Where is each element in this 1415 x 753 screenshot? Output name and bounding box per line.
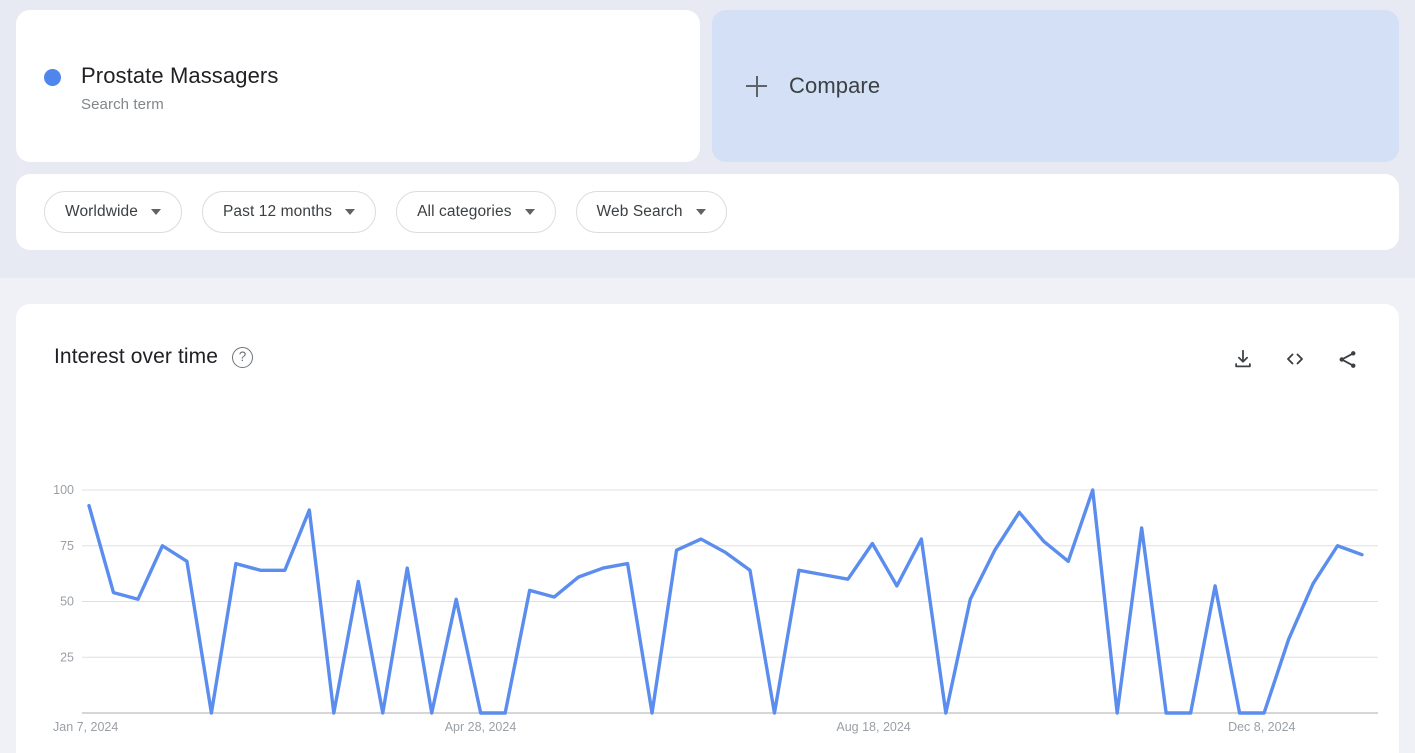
search-term-subtitle: Search term xyxy=(81,96,164,113)
interest-over-time-card: Interest over time ? 25 50 75 100 Jan 7,… xyxy=(16,304,1399,753)
search-term-text: Prostate Massagers Search term xyxy=(81,63,278,115)
chart-gridlines xyxy=(82,489,1378,714)
x-axis-tick-label: Jan 7, 2024 xyxy=(53,720,118,734)
filter-location[interactable]: Worldwide xyxy=(44,191,182,233)
chevron-down-icon xyxy=(150,209,161,215)
filter-category-label: All categories xyxy=(417,203,512,220)
chart-y-axis-labels: 25 50 75 100 xyxy=(53,483,74,664)
interest-over-time-chart[interactable]: 25 50 75 100 Jan 7, 2024 Apr 28, 2024 Aug 18,… xyxy=(16,304,1399,753)
compare-card[interactable]: Compare xyxy=(712,10,1399,162)
filter-bar: Worldwide Past 12 months All categories … xyxy=(16,174,1399,250)
x-axis-tick-label: Dec 8, 2024 xyxy=(1228,720,1295,734)
y-axis-tick-label: 75 xyxy=(60,539,74,553)
plus-icon xyxy=(746,75,767,97)
compare-content: Compare xyxy=(746,10,880,162)
filter-search-type-label: Web Search xyxy=(596,203,683,220)
google-trends-page: Prostate Massagers Search term Compare W… xyxy=(0,0,1415,753)
y-axis-tick-label: 25 xyxy=(60,650,74,664)
x-axis-tick-label: Apr 28, 2024 xyxy=(445,720,517,734)
filter-time-range-label: Past 12 months xyxy=(222,203,333,220)
filter-category[interactable]: All categories xyxy=(396,191,556,233)
search-term-content: Prostate Massagers Search term xyxy=(44,63,278,115)
chart-svg: 25 50 75 100 Jan 7, 2024 Apr 28, 2024 Aug 18,… xyxy=(53,483,1378,734)
terms-row: Prostate Massagers Search term Compare xyxy=(0,0,1415,162)
filter-search-type[interactable]: Web Search xyxy=(575,191,727,233)
chart-x-axis-labels: Jan 7, 2024 Apr 28, 2024 Aug 18, 2024 Dec 8… xyxy=(53,720,1296,734)
chevron-down-icon xyxy=(345,209,356,215)
chevron-down-icon xyxy=(695,209,706,215)
filter-time-range[interactable]: Past 12 months xyxy=(201,191,377,233)
search-term-card[interactable]: Prostate Massagers Search term xyxy=(16,10,700,162)
series-color-dot-icon xyxy=(44,69,61,86)
y-axis-tick-label: 50 xyxy=(60,595,74,609)
x-axis-tick-label: Aug 18, 2024 xyxy=(836,720,910,734)
search-term-title: Prostate Massagers xyxy=(81,63,279,88)
compare-label: Compare xyxy=(789,73,881,98)
chevron-down-icon xyxy=(524,209,535,215)
y-axis-tick-label: 100 xyxy=(53,483,74,497)
filter-location-label: Worldwide xyxy=(65,203,138,220)
